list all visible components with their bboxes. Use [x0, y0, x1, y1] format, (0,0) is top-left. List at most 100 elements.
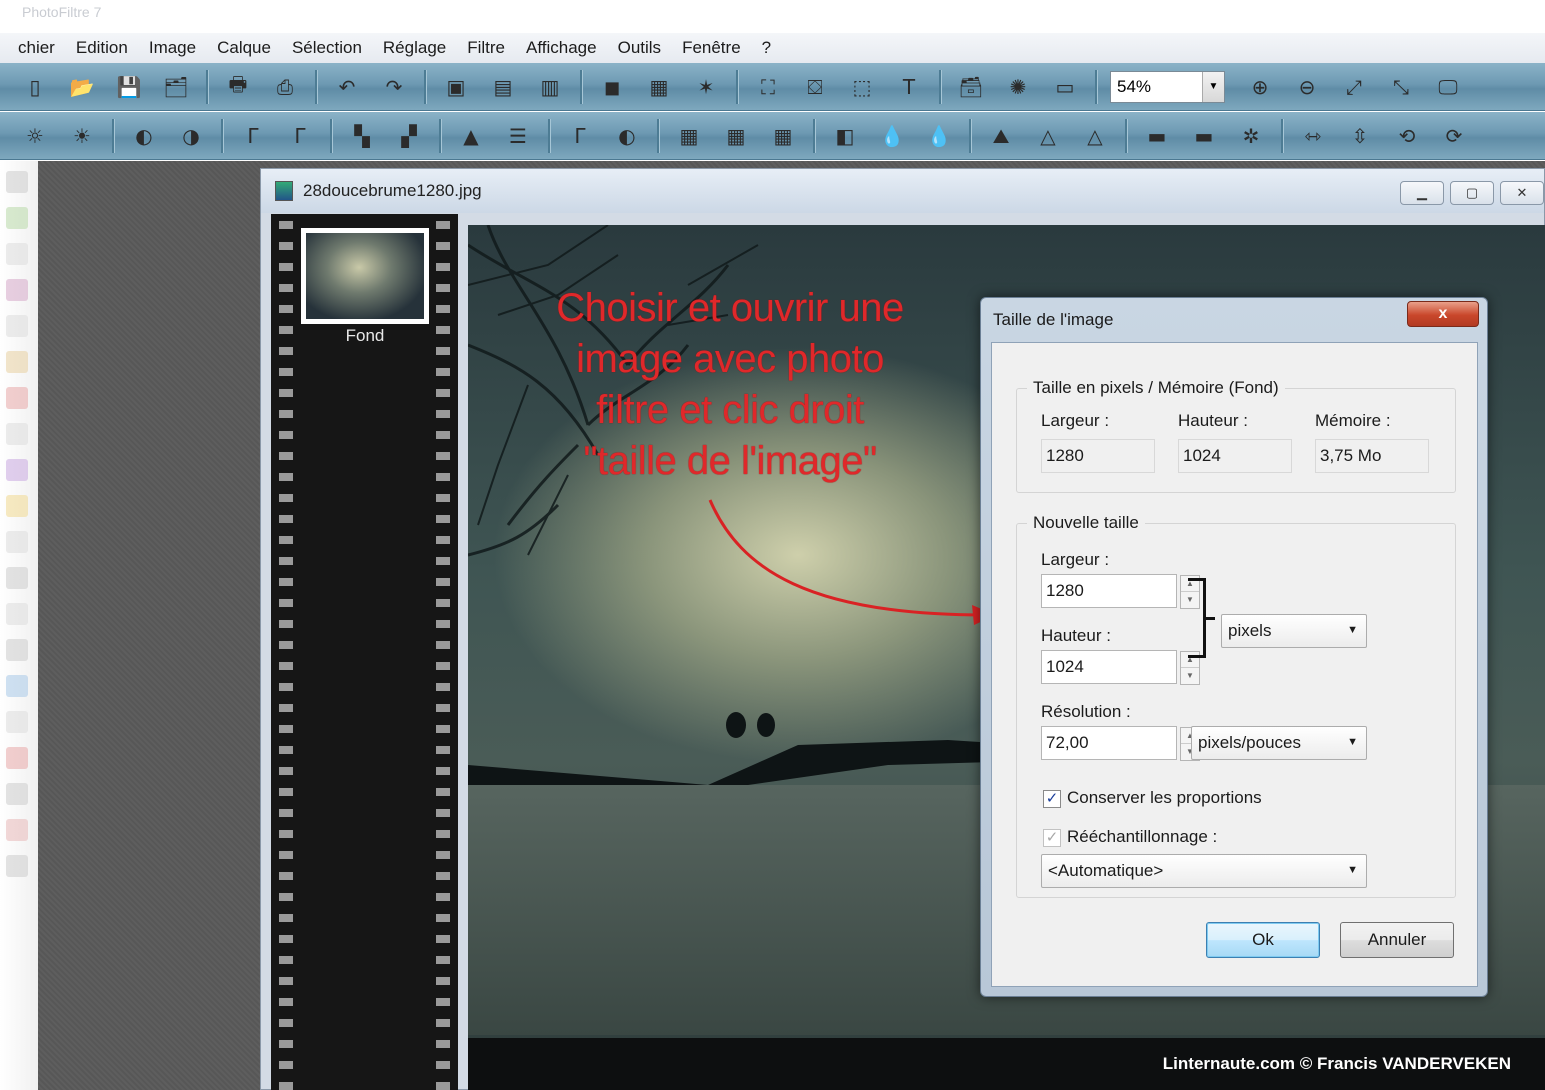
keep-ratio-label[interactable]: Conserver les proportions [1067, 788, 1262, 808]
menu-outils[interactable]: Outils [618, 38, 661, 58]
text-icon[interactable]: T [892, 70, 926, 104]
grid-brown-icon[interactable]: ▦ [719, 119, 753, 153]
tool-icon[interactable] [6, 207, 28, 229]
gamma-down-icon[interactable]: Γ [236, 119, 270, 153]
menu-filtre[interactable]: Filtre [467, 38, 505, 58]
resample-method-select[interactable]: <Automatique> ▼ [1041, 854, 1367, 888]
selection-icon[interactable]: ⬚ [845, 70, 879, 104]
image-window-titlebar[interactable]: 28doucebrume1280.jpg ▁ ▢ ✕ [261, 169, 1544, 213]
tool-icon[interactable] [6, 603, 28, 625]
menu-edition[interactable]: Edition [76, 38, 128, 58]
grid-light-icon[interactable]: ▦ [766, 119, 800, 153]
palette-icon[interactable]: ▦ [642, 70, 676, 104]
rotate-right-icon[interactable]: ⟳ [1437, 119, 1471, 153]
tool-icon[interactable] [6, 279, 28, 301]
print-icon[interactable]: 🖶 [221, 70, 255, 104]
menu-calque[interactable]: Calque [217, 38, 271, 58]
auto-contrast-icon[interactable]: ◐ [610, 119, 644, 153]
flip-vertical-icon[interactable]: ⇳ [1343, 119, 1377, 153]
image-size-icon[interactable]: ⛶ [751, 70, 785, 104]
undo-icon[interactable]: ↶ [330, 70, 364, 104]
cone-outline-icon[interactable]: △ [1078, 119, 1112, 153]
dialog-close-button[interactable]: x [1407, 301, 1479, 327]
tool-icon[interactable] [6, 387, 28, 409]
tool-icon[interactable] [6, 351, 28, 373]
emboss-icon[interactable]: ⛰ [984, 119, 1018, 153]
menu-affichage[interactable]: Affichage [526, 38, 597, 58]
tool-icon[interactable] [6, 567, 28, 589]
resolution-unit-select[interactable]: pixels/pouces ▼ [1191, 726, 1367, 760]
window-icon[interactable]: ▭ [1048, 70, 1082, 104]
auto-gamma-icon[interactable]: Γ [563, 119, 597, 153]
paste-image-icon[interactable]: ▤ [486, 70, 520, 104]
menu-selection[interactable]: Sélection [292, 38, 362, 58]
tool-icon[interactable] [6, 855, 28, 877]
zoom-out-icon[interactable]: ⊖ [1290, 70, 1324, 104]
menu-fichier[interactable]: chier [18, 38, 55, 58]
halftone-icon[interactable]: ◧ [828, 119, 862, 153]
ok-button[interactable]: Ok [1206, 922, 1320, 958]
levels-icon[interactable]: ▲ [454, 119, 488, 153]
plugin-icon[interactable]: ✺ [1001, 70, 1035, 104]
keep-ratio-checkbox[interactable]: ✓ [1043, 790, 1061, 808]
adjust-icon[interactable]: ☰ [501, 119, 535, 153]
brightness-down-icon[interactable]: ☼ [18, 119, 52, 153]
size-unit-select[interactable]: pixels ▼ [1221, 614, 1367, 648]
monitor-gradient-icon[interactable]: ▬ [1187, 119, 1221, 153]
saturation-up-icon[interactable]: ▞ [392, 119, 426, 153]
tool-icon[interactable] [6, 171, 28, 193]
saturation-down-icon[interactable]: ▚ [345, 119, 379, 153]
resample-checkbox[interactable]: ✓ [1043, 829, 1061, 847]
tool-icon[interactable] [6, 711, 28, 733]
new-width-input[interactable]: 1280 ▲ ▼ [1041, 574, 1200, 609]
magic-wand-icon[interactable]: ✶ [689, 70, 723, 104]
contrast-up-icon[interactable]: ◑ [174, 119, 208, 153]
color-gradient-icon[interactable]: ▬ [1140, 119, 1174, 153]
cancel-button[interactable]: Annuler [1340, 922, 1454, 958]
resample-label[interactable]: Rééchantillonnage : [1067, 827, 1217, 847]
brightness-up-icon[interactable]: ☀ [65, 119, 99, 153]
duplicate-image-icon[interactable]: ▥ [533, 70, 567, 104]
grid-black-icon[interactable]: ▦ [672, 119, 706, 153]
rotate-left-icon[interactable]: ⟲ [1390, 119, 1424, 153]
tool-icon[interactable] [6, 315, 28, 337]
flip-horizontal-icon[interactable]: ⇿ [1296, 119, 1330, 153]
stamp-icon[interactable]: ✲ [1234, 119, 1268, 153]
minimize-button[interactable]: ▁ [1400, 181, 1444, 205]
close-window-button[interactable]: ✕ [1500, 181, 1544, 205]
tool-icon[interactable] [6, 639, 28, 661]
tool-icon[interactable] [6, 675, 28, 697]
menu-help[interactable]: ? [762, 38, 771, 58]
open-folder-icon[interactable]: 📂 [65, 70, 99, 104]
menu-reglage[interactable]: Réglage [383, 38, 446, 58]
explorer-icon[interactable]: 🗃 [954, 70, 988, 104]
maximize-button[interactable]: ▢ [1450, 181, 1494, 205]
new-file-icon[interactable]: ▯ [18, 70, 52, 104]
copy-image-icon[interactable]: ▣ [439, 70, 473, 104]
zoom-in-icon[interactable]: ⊕ [1243, 70, 1277, 104]
tool-icon[interactable] [6, 819, 28, 841]
tool-icon[interactable] [6, 243, 28, 265]
tool-icon[interactable] [6, 747, 28, 769]
new-height-input[interactable]: 1024 ▲ ▼ [1041, 650, 1200, 685]
tool-icon[interactable] [6, 495, 28, 517]
actual-size-icon[interactable]: ⤡ [1384, 70, 1418, 104]
menu-image[interactable]: Image [149, 38, 196, 58]
tool-icon[interactable] [6, 531, 28, 553]
redo-icon[interactable]: ↷ [377, 70, 411, 104]
tool-icon[interactable] [6, 783, 28, 805]
gradient-icon[interactable]: ◼ [595, 70, 629, 104]
menu-fenetre[interactable]: Fenêtre [682, 38, 741, 58]
canvas-size-icon[interactable]: ⛋ [798, 70, 832, 104]
tool-icon[interactable] [6, 459, 28, 481]
spin-down-icon[interactable]: ▼ [1181, 668, 1199, 684]
scan-icon[interactable]: ⎙ [268, 70, 302, 104]
cone-icon[interactable]: △ [1031, 119, 1065, 153]
zoom-select[interactable]: 54% ▼ [1110, 70, 1225, 103]
chevron-down-icon[interactable]: ▼ [1202, 71, 1224, 102]
save-icon[interactable]: 💾 [112, 70, 146, 104]
fullscreen-icon[interactable]: 🖵 [1431, 70, 1465, 104]
layer-thumbnail[interactable] [301, 228, 429, 324]
gamma-up-icon[interactable]: Γ [283, 119, 317, 153]
tool-icon[interactable] [6, 423, 28, 445]
